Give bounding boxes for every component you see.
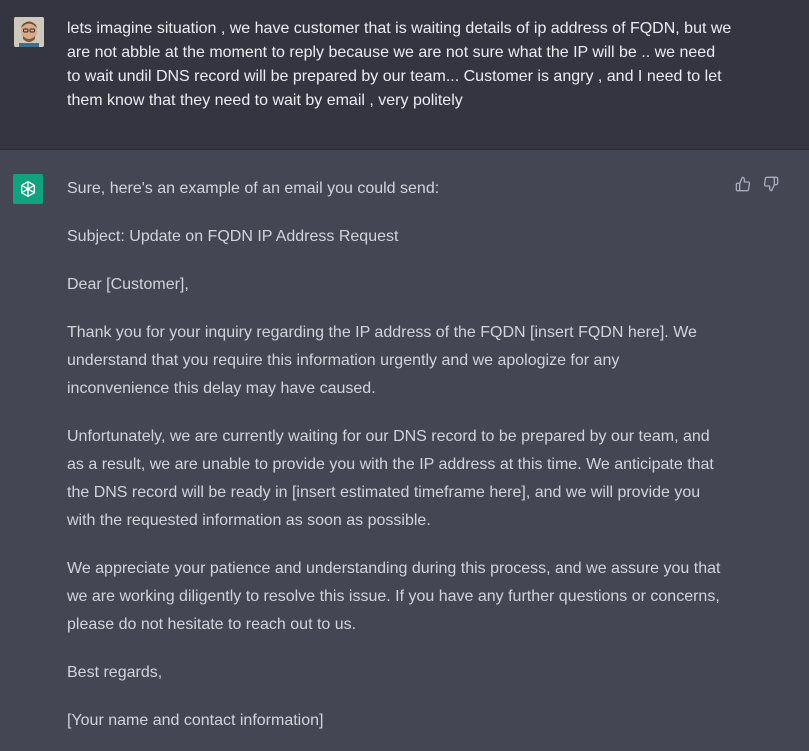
email-signoff: Best regards,	[67, 664, 163, 681]
email-paragraph: Unfortunately, we are currently waiting …	[67, 428, 714, 529]
user-message-text: lets imagine situation , we have custome…	[67, 20, 732, 109]
feedback-buttons	[735, 176, 779, 192]
assistant-paragraph: Sure, here's an example of an email you …	[67, 180, 440, 197]
openai-logo-icon	[13, 174, 43, 204]
user-avatar	[14, 17, 44, 47]
email-signature: [Your name and contact information]	[67, 712, 324, 729]
assistant-message-row: Sure, here's an example of an email you …	[0, 150, 809, 751]
email-greeting: Dear [Customer],	[67, 276, 189, 293]
thumbs-down-icon[interactable]	[763, 176, 779, 192]
thumbs-up-icon[interactable]	[735, 176, 751, 192]
user-message-row: lets imagine situation , we have custome…	[0, 0, 809, 150]
email-paragraph: We appreciate your patience and understa…	[67, 560, 721, 633]
email-subject: Subject: Update on FQDN IP Address Reque…	[67, 228, 399, 245]
email-paragraph: Thank you for your inquiry regarding the…	[67, 324, 697, 397]
